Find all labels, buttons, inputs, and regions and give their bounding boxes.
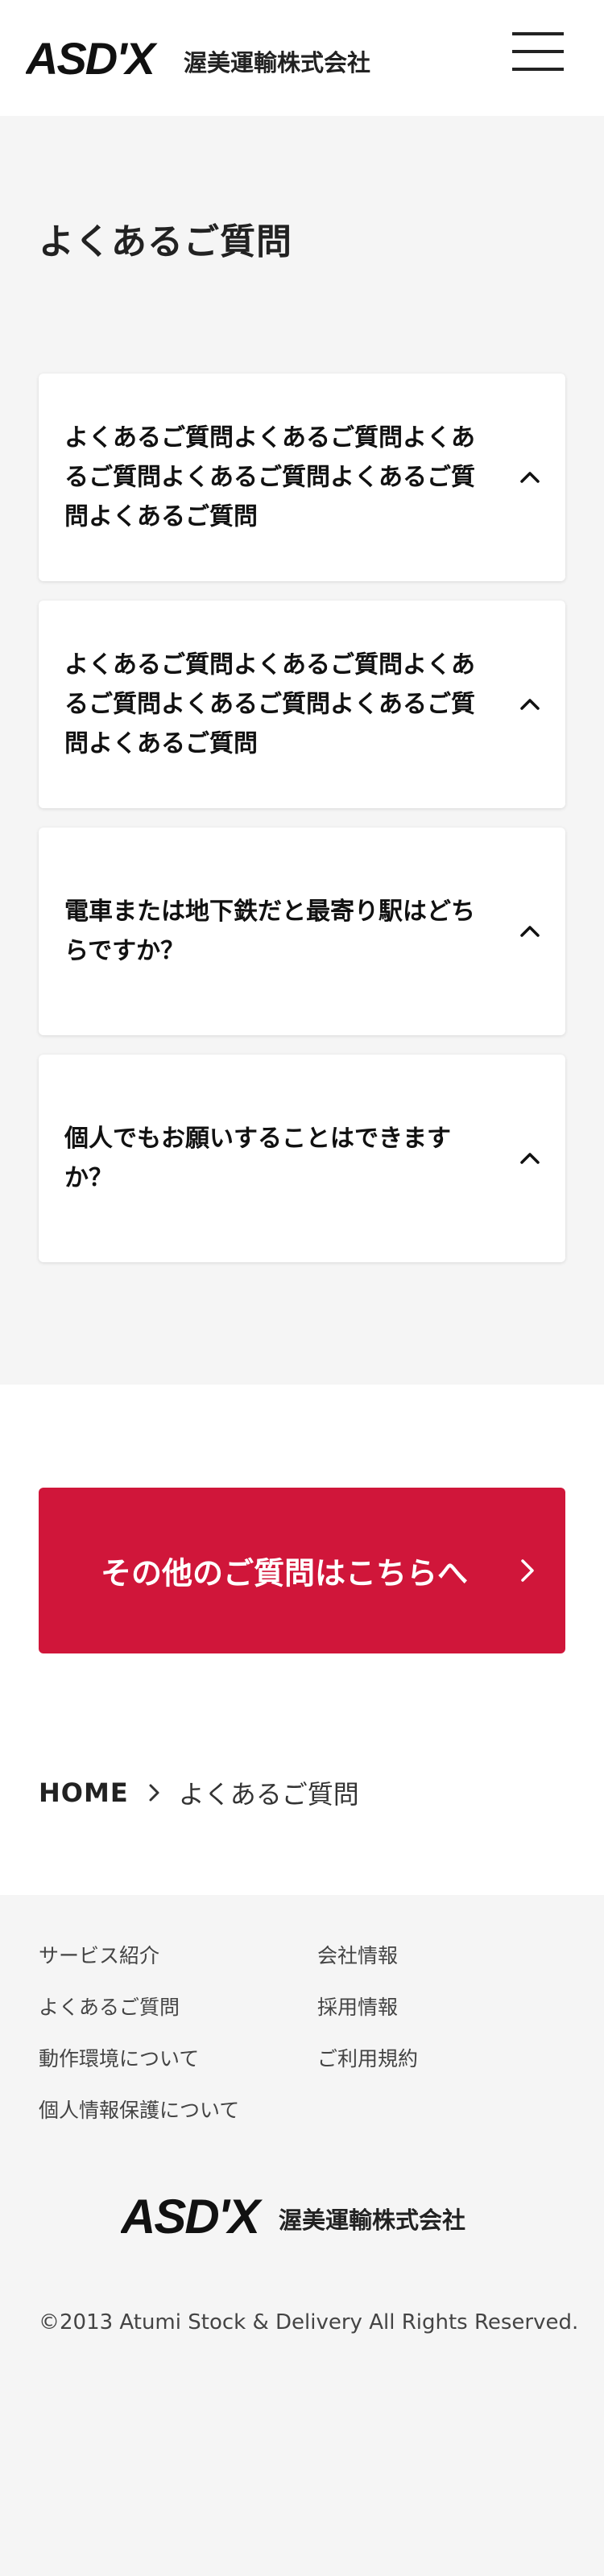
footer-link-environment[interactable]: 動作環境について [39, 2043, 199, 2072]
faq-question: 個人でもお願いすることはできますか？ [64, 1125, 451, 1192]
faq-question: よくあるご質問よくあるご質問よくあるご質問よくあるご質問よくあるご質問よくあるご… [64, 650, 475, 758]
footer-link-service[interactable]: サービス紹介 [39, 1940, 159, 1969]
faq-item[interactable]: 電車または地下鉄だと最寄り駅はどちらですか？ [39, 828, 565, 1035]
footer-link-privacy[interactable]: 個人情報保護について [39, 2095, 239, 2124]
footer-link-recruit[interactable]: 採用情報 [317, 1992, 398, 2021]
footer-link-faq[interactable]: よくあるご質問 [39, 1992, 180, 2021]
chevron-right-icon [149, 1784, 159, 1802]
faq-item[interactable]: 個人でもお願いすることはできますか？ [39, 1055, 565, 1262]
logo-mark: ASD'X [26, 33, 159, 84]
chevron-up-icon [520, 472, 540, 483]
breadcrumb-home-link[interactable]: HOME [39, 1777, 129, 1808]
breadcrumb-current: よくあるご質問 [178, 1779, 359, 1810]
footer-company-logo[interactable]: ASD'X 渥美運輸株式会社 [121, 2183, 499, 2248]
chevron-up-icon [520, 926, 540, 937]
chevron-up-icon [520, 699, 540, 710]
copyright-text: ©2013 Atumi Stock & Delivery All Rights … [39, 2310, 579, 2334]
cta-label: その他のご質問はこちらへ [100, 1555, 468, 1591]
cta-section: その他のご質問はこちらへ HOME よくあるご質問 [0, 1385, 604, 1895]
site-header: ASD'X 渥美運輸株式会社 [0, 0, 604, 116]
company-logo[interactable]: ASD'X 渥美運輸株式会社 [26, 27, 396, 85]
site-footer: サービス紹介 会社情報 よくあるご質問 採用情報 動作環境について ご利用規約 … [0, 1895, 604, 2576]
faq-question: よくあるご質問よくあるご質問よくあるご質問よくあるご質問よくあるご質問よくあるご… [64, 423, 475, 531]
footer-link-terms[interactable]: ご利用規約 [317, 2043, 418, 2072]
footer-link-company[interactable]: 会社情報 [317, 1940, 398, 1969]
page-title: よくあるご質問 [39, 221, 292, 262]
faq-item[interactable]: よくあるご質問よくあるご質問よくあるご質問よくあるご質問よくあるご質問よくあるご… [39, 601, 565, 808]
logo-company-name: 渥美運輸株式会社 [184, 49, 370, 76]
footer-logo-company-name: 渥美運輸株式会社 [279, 2207, 465, 2234]
faq-item[interactable]: よくあるご質問よくあるご質問よくあるご質問よくあるご質問よくあるご質問よくあるご… [39, 374, 565, 581]
hamburger-menu-icon[interactable] [512, 29, 564, 74]
faq-section: よくあるご質問 よくあるご質問よくあるご質問よくあるご質問よくあるご質問よくある… [0, 116, 604, 1385]
breadcrumb: HOME よくあるご質問 [39, 1774, 359, 1811]
chevron-right-icon [521, 1559, 534, 1582]
chevron-up-icon [520, 1153, 540, 1164]
footer-logo-mark: ASD'X [121, 2190, 263, 2244]
other-questions-button[interactable]: その他のご質問はこちらへ [39, 1488, 565, 1653]
faq-question: 電車または地下鉄だと最寄り駅はどちらですか？ [64, 898, 475, 965]
